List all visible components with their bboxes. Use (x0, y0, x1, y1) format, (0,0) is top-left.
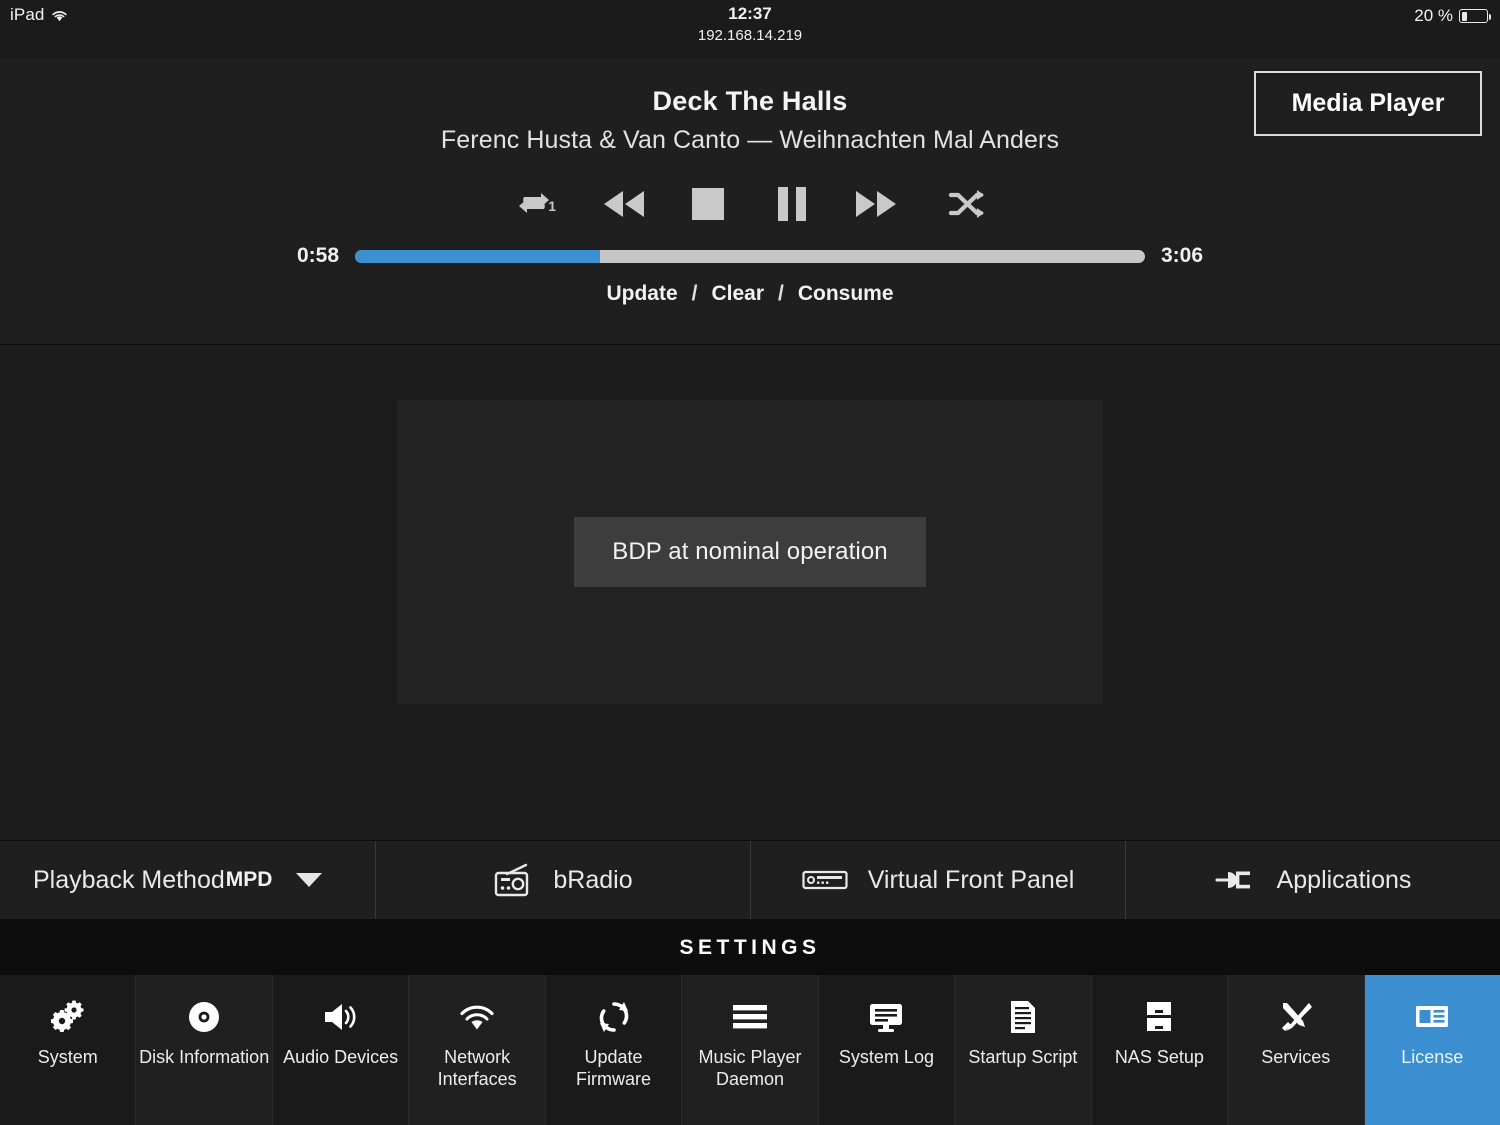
settings-item-disk-information[interactable]: Disk Information (136, 975, 273, 1125)
stack-lines-icon (732, 998, 768, 1036)
seek-bar-fill (355, 249, 600, 263)
clear-link[interactable]: Clear (711, 282, 764, 306)
settings-item-audio-devices-label: Audio Devices (283, 1047, 399, 1067)
ios-status-bar: iPad 12:37 192.168.14.219 20 % (0, 0, 1500, 58)
id-card-icon (1415, 998, 1449, 1036)
media-player-header: Media Player Deck The Halls Ferenc Husta… (0, 58, 1500, 345)
playback-method-value: MPD (225, 868, 273, 891)
settings-item-license-label: License (1401, 1047, 1464, 1067)
nav-item-applications-label: Applications (1276, 865, 1412, 894)
settings-item-system-log[interactable]: System Log (818, 975, 956, 1125)
playback-method-selector[interactable]: Playback Method MPD (0, 841, 376, 919)
settings-item-services-label: Services (1261, 1047, 1331, 1067)
tools-icon (1278, 998, 1314, 1036)
update-link[interactable]: Update (606, 282, 677, 306)
refresh-icon (597, 998, 631, 1036)
status-panel: BDP at nominal operation (397, 400, 1103, 704)
settings-item-services[interactable]: Services (1228, 975, 1365, 1125)
settings-item-update-firmware-label: Update Firmware (576, 1047, 652, 1089)
disc-icon (187, 998, 221, 1036)
settings-item-network-interfaces[interactable]: Network Interfaces (409, 975, 546, 1125)
battery-fill (1461, 11, 1467, 21)
pause-button[interactable] (750, 184, 834, 224)
settings-item-network-interfaces-label: Network Interfaces (437, 1047, 517, 1089)
media-player-badge[interactable]: Media Player (1254, 71, 1482, 136)
settings-item-audio-devices[interactable]: Audio Devices (272, 975, 410, 1125)
stop-button[interactable] (666, 184, 750, 224)
wifi-icon (458, 998, 496, 1036)
settings-item-system-label: System (37, 1047, 98, 1067)
repeat-count-badge: 1 (548, 198, 556, 214)
settings-item-system-log-label: System Log (838, 1047, 934, 1067)
playback-progress-row: 0:58 3:06 (0, 244, 1500, 268)
total-duration: 3:06 (1161, 244, 1204, 267)
settings-title-label: SETTINGS (679, 935, 821, 959)
ip-address: 192.168.14.219 (697, 27, 803, 44)
status-toast: BDP at nominal operation (574, 517, 926, 587)
transport-controls: 1 (0, 176, 1500, 232)
settings-item-update-firmware[interactable]: Update Firmware (545, 975, 683, 1125)
playback-method-label: Playback Method (33, 865, 225, 894)
chevron-down-icon (296, 873, 323, 887)
radio-icon (493, 863, 533, 897)
settings-item-system[interactable]: System (0, 975, 137, 1125)
nav-item-applications[interactable]: Applications (1126, 841, 1500, 919)
battery-icon (1459, 9, 1491, 23)
front-panel-icon (802, 868, 848, 892)
status-bar-center: 12:37 192.168.14.219 (0, 4, 1500, 46)
nav-item-virtual-front-panel-label: Virtual Front Panel (867, 865, 1075, 894)
settings-item-music-player-daemon[interactable]: Music Player Daemon (682, 975, 819, 1125)
document-icon (1009, 998, 1037, 1036)
nav-item-bradio-label: bRadio (553, 865, 633, 894)
settings-item-disk-information-label: Disk Information (139, 1047, 270, 1067)
media-player-badge-label: Media Player (1291, 89, 1445, 117)
consume-link[interactable]: Consume (798, 282, 894, 306)
settings-item-startup-script[interactable]: Startup Script (955, 975, 1092, 1125)
settings-item-nas-setup[interactable]: NAS Setup (1091, 975, 1229, 1125)
link-separator-1: / (691, 282, 698, 305)
app-screen: iPad 12:37 192.168.14.219 20 % Media Pla… (0, 0, 1500, 1125)
bottom-nav-bar: Playback Method MPD bRadio Virtual Front… (0, 840, 1500, 920)
seek-bar[interactable] (355, 249, 1145, 263)
status-bar-right: 20 % (1414, 6, 1491, 26)
settings-icon-grid: System Disk Information Audio Devices Ne… (0, 975, 1500, 1125)
link-separator-2: / (778, 282, 784, 305)
shuffle-button[interactable] (918, 188, 1014, 220)
main-content-area: BDP at nominal operation (0, 345, 1500, 840)
settings-section-title: SETTINGS (0, 920, 1500, 975)
file-cabinet-icon (1144, 998, 1174, 1036)
nav-item-bradio[interactable]: bRadio (376, 841, 751, 919)
settings-item-music-player-daemon-label: Music Player Daemon (698, 1047, 802, 1089)
gears-icon (50, 998, 86, 1036)
playlist-action-links: Update / Clear / Consume (0, 282, 1500, 306)
plug-icon (1215, 867, 1257, 893)
rewind-button[interactable] (582, 186, 666, 222)
clock-time: 12:37 (728, 4, 772, 23)
elapsed-time: 0:58 (296, 244, 339, 267)
repeat-one-button[interactable]: 1 (486, 190, 582, 218)
settings-item-license[interactable]: License (1364, 975, 1500, 1125)
battery-percent-label: 20 % (1414, 6, 1453, 25)
fast-forward-button[interactable] (834, 186, 918, 222)
nav-item-virtual-front-panel[interactable]: Virtual Front Panel (751, 841, 1126, 919)
settings-item-nas-setup-label: NAS Setup (1114, 1047, 1204, 1067)
speaker-icon (322, 998, 360, 1036)
settings-item-startup-script-label: Startup Script (968, 1047, 1078, 1067)
monitor-icon (868, 998, 904, 1036)
